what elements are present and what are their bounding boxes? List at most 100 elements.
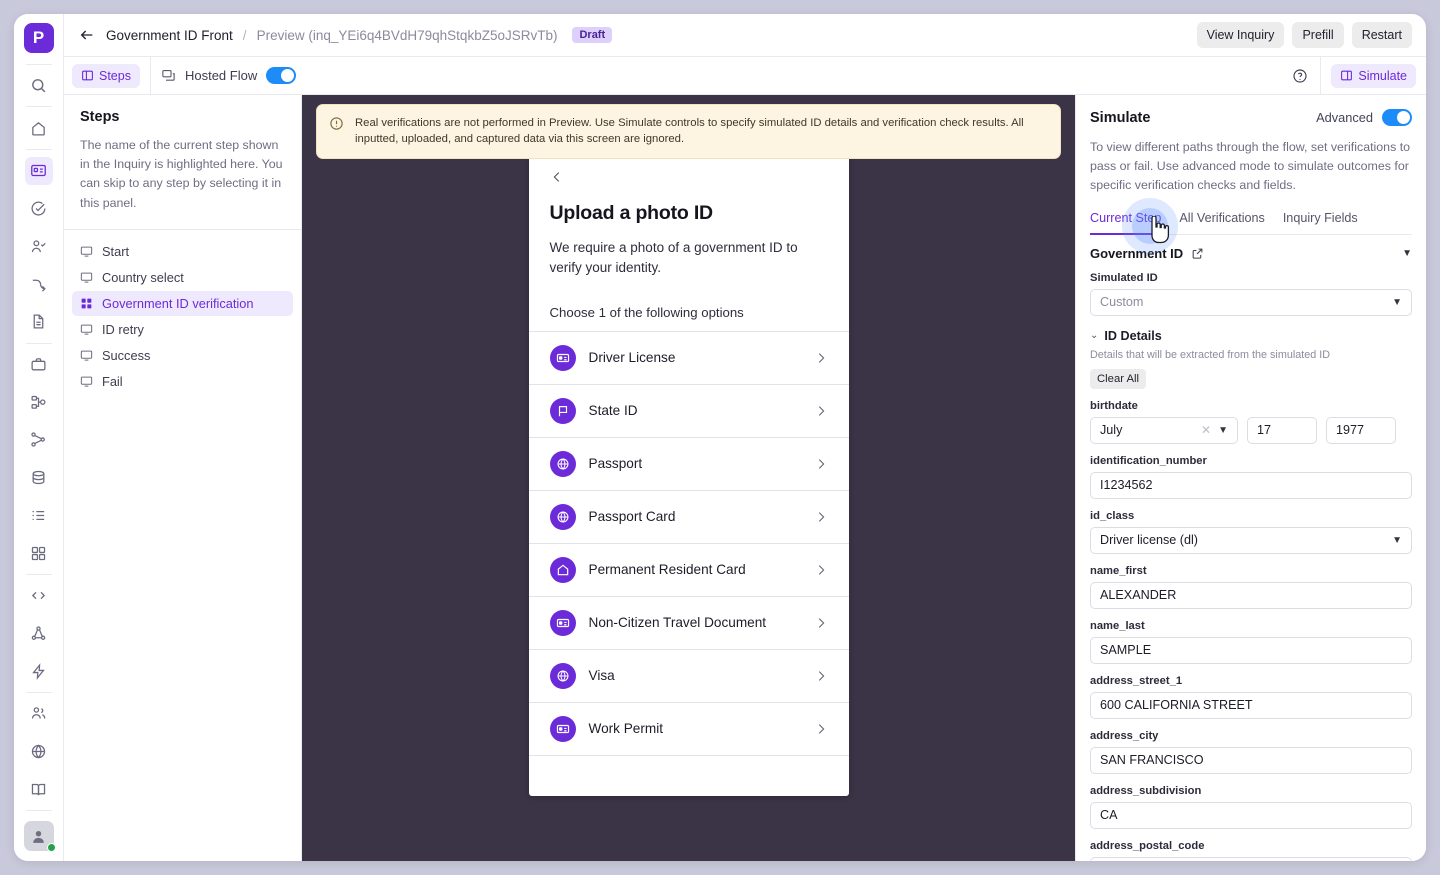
help-circle-icon[interactable] bbox=[1280, 68, 1320, 84]
clear-all-button[interactable]: Clear All bbox=[1090, 368, 1147, 389]
id-option-label: State ID bbox=[588, 403, 638, 419]
address-postal-code-input[interactable]: 94109 bbox=[1090, 856, 1412, 861]
tab-inquiry-fields[interactable]: Inquiry Fields bbox=[1283, 211, 1358, 235]
hosted-flow-control: Hosted Flow bbox=[161, 67, 297, 84]
simulate-description: To view different paths through the flow… bbox=[1090, 140, 1411, 193]
id-option-permanent-resident-card[interactable]: Permanent Resident Card bbox=[528, 542, 849, 596]
id-option-passport-card[interactable]: Passport Card bbox=[528, 489, 849, 543]
id-option-non-citizen-travel-document[interactable]: Non-Citizen Travel Document bbox=[528, 595, 849, 649]
identification-number-input[interactable]: I1234562 bbox=[1090, 471, 1412, 499]
rail-divider bbox=[25, 342, 52, 344]
steps-panel-title: Steps bbox=[80, 109, 120, 125]
globe-icon[interactable] bbox=[25, 738, 53, 766]
toolbar-right: Simulate bbox=[1280, 57, 1426, 94]
simulate-panel-inner: Simulate Advanced To view different path… bbox=[1076, 95, 1426, 861]
birthdate-day-input[interactable]: 17 bbox=[1247, 416, 1317, 444]
sidebar-item-government-id-verification[interactable]: Government ID verification bbox=[72, 290, 293, 316]
birthdate-field: birthdate July ✕ ▼ 17 1977 bbox=[1090, 400, 1412, 444]
address-subdivision-label: address_subdivision bbox=[1090, 784, 1202, 797]
address-subdivision-input[interactable]: CA bbox=[1090, 801, 1412, 829]
birthdate-month-select[interactable]: July ✕ ▼ bbox=[1090, 416, 1238, 444]
avatar[interactable] bbox=[23, 821, 56, 852]
check-circle-icon[interactable] bbox=[25, 195, 53, 223]
sidebar-item-fail[interactable]: Fail bbox=[72, 369, 293, 394]
rail-divider bbox=[25, 149, 52, 151]
team-icon[interactable] bbox=[25, 700, 53, 728]
briefcase-icon[interactable] bbox=[25, 351, 53, 379]
workflow-icon[interactable] bbox=[25, 388, 53, 416]
book-icon[interactable] bbox=[25, 776, 53, 804]
chevron-right-icon bbox=[814, 457, 828, 471]
advanced-toggle[interactable] bbox=[1382, 109, 1412, 126]
steps-toggle-button[interactable]: Steps bbox=[72, 63, 140, 88]
screen-icon bbox=[80, 349, 94, 362]
app-window: P Government ID Front / Preview (inq_YEi… bbox=[14, 14, 1426, 861]
address-city-label: address_city bbox=[1090, 729, 1159, 742]
caret-down-icon[interactable]: ▼ bbox=[1402, 248, 1412, 259]
sidebar-item-id-retry[interactable]: ID retry bbox=[72, 317, 293, 342]
id-card-icon bbox=[549, 609, 576, 636]
government-id-section-header[interactable]: Government ID ▼ bbox=[1090, 235, 1412, 261]
id-details-collapse[interactable]: ⌄ ID Details bbox=[1090, 329, 1412, 343]
clear-icon[interactable]: ✕ bbox=[1201, 423, 1211, 437]
id-option-label: Passport Card bbox=[588, 509, 676, 525]
id-card-icon bbox=[549, 344, 576, 371]
globe-icon bbox=[549, 662, 576, 689]
address-street-1-input[interactable]: 600 CALIFORNIA STREET bbox=[1090, 691, 1412, 719]
tab-all-verifications[interactable]: All Verifications bbox=[1179, 211, 1264, 235]
id-option-driver-license[interactable]: Driver License bbox=[528, 330, 849, 384]
arrow-left-icon[interactable] bbox=[76, 24, 98, 46]
list-icon[interactable] bbox=[25, 502, 53, 530]
rail-divider bbox=[25, 106, 52, 108]
id-option-work-permit[interactable]: Work Permit bbox=[528, 701, 849, 755]
view-inquiry-button[interactable]: View Inquiry bbox=[1196, 22, 1285, 48]
simulate-tabs: Current Step All Verifications Inquiry F… bbox=[1090, 211, 1412, 235]
chevron-left-icon[interactable] bbox=[550, 168, 568, 186]
user-check-icon[interactable] bbox=[25, 233, 53, 261]
id-option-passport[interactable]: Passport bbox=[528, 436, 849, 490]
breadcrumb-current[interactable]: Government ID Front bbox=[106, 28, 233, 43]
grid-icon[interactable] bbox=[25, 539, 53, 567]
node-graph-icon[interactable] bbox=[25, 426, 53, 454]
document-icon[interactable] bbox=[25, 308, 53, 336]
id-option-visa[interactable]: Visa bbox=[528, 648, 849, 702]
birthdate-year-input[interactable]: 1977 bbox=[1326, 416, 1396, 444]
code-icon[interactable] bbox=[25, 582, 53, 610]
search-icon[interactable] bbox=[25, 72, 53, 100]
integrations-icon[interactable] bbox=[25, 620, 53, 648]
sidebar-item-success[interactable]: Success bbox=[72, 343, 293, 368]
id-option-label: Non-Citizen Travel Document bbox=[588, 615, 767, 631]
database-icon[interactable] bbox=[25, 464, 53, 492]
sidebar-item-start[interactable]: Start bbox=[72, 239, 293, 264]
home-icon[interactable] bbox=[25, 114, 53, 142]
lightning-icon[interactable] bbox=[25, 657, 53, 685]
id-class-select[interactable]: Driver license (dl) ▼ bbox=[1090, 526, 1412, 554]
chevron-down-icon: ▼ bbox=[1392, 534, 1402, 546]
id-option-state-id[interactable]: State ID bbox=[528, 383, 849, 437]
simulate-header: Simulate Advanced bbox=[1090, 109, 1412, 126]
sidebar-item-label: Government ID verification bbox=[102, 295, 254, 311]
external-link-icon[interactable] bbox=[1191, 247, 1204, 260]
name-first-field: name_first ALEXANDER bbox=[1090, 565, 1412, 609]
prefill-button[interactable]: Prefill bbox=[1292, 22, 1344, 48]
alert-circle-icon bbox=[329, 116, 345, 136]
flag-icon bbox=[549, 397, 576, 424]
sidebar-item-country-select[interactable]: Country select bbox=[72, 265, 293, 290]
simulate-toggle-button[interactable]: Simulate bbox=[1331, 63, 1416, 88]
simulate-toggle-label: Simulate bbox=[1358, 68, 1407, 83]
tab-current-step[interactable]: Current Step bbox=[1090, 211, 1162, 235]
address-street-1-field: address_street_1 600 CALIFORNIA STREET bbox=[1090, 675, 1412, 719]
globe-icon bbox=[549, 450, 576, 477]
arrow-branch-icon[interactable] bbox=[25, 270, 53, 298]
address-city-input[interactable]: SAN FRANCISCO bbox=[1090, 746, 1412, 774]
name-last-input[interactable]: SAMPLE bbox=[1090, 636, 1412, 664]
id-card-icon[interactable] bbox=[24, 157, 53, 185]
name-first-input[interactable]: ALEXANDER bbox=[1090, 581, 1412, 609]
page-title: Upload a photo ID bbox=[549, 202, 714, 224]
hosted-flow-toggle[interactable] bbox=[266, 67, 297, 84]
id-option-label: Visa bbox=[588, 668, 615, 684]
id-option-label: Driver License bbox=[588, 350, 676, 366]
app-logo[interactable]: P bbox=[23, 23, 54, 53]
restart-button[interactable]: Restart bbox=[1351, 22, 1412, 48]
simulated-id-select[interactable]: Custom ▼ bbox=[1090, 288, 1412, 316]
